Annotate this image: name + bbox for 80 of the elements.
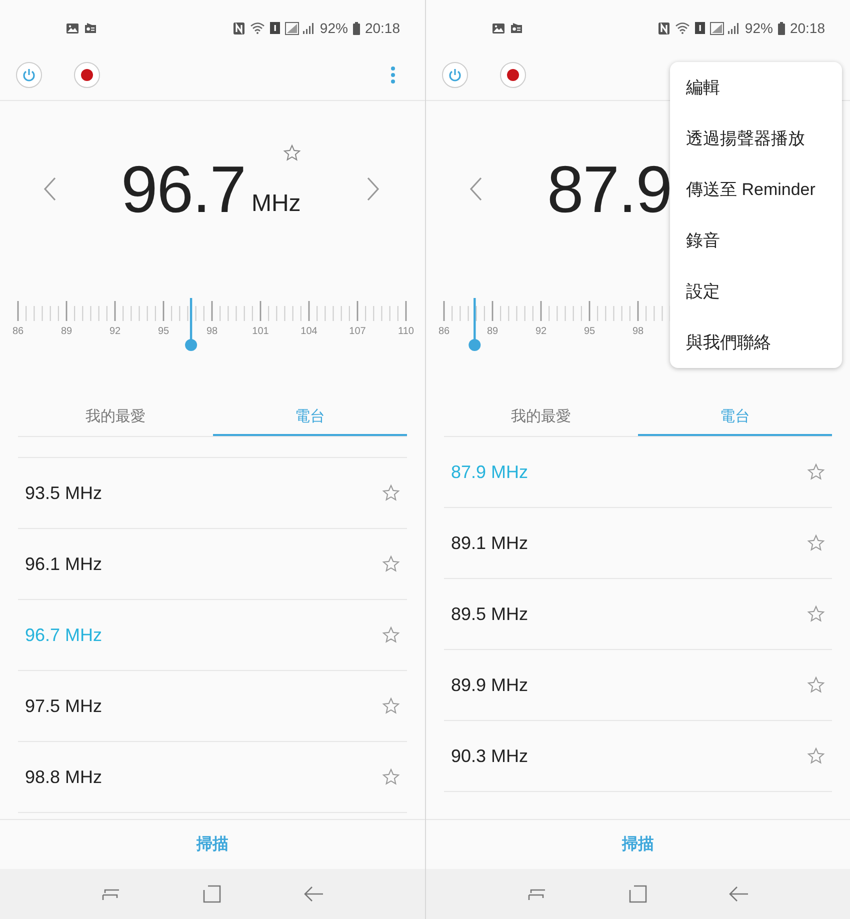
record-button[interactable]: [500, 62, 526, 88]
scale-label: 86: [438, 326, 450, 337]
scale-label: 98: [206, 326, 218, 337]
scale-label: 92: [109, 326, 121, 337]
scale-label: 89: [486, 326, 498, 337]
gallery-icon: [66, 22, 79, 34]
frequency-unit: MHz: [251, 190, 301, 218]
next-station-icon[interactable]: [366, 176, 380, 200]
station-row[interactable]: 98.8 MHz: [18, 742, 407, 813]
scale-label: 110: [398, 326, 414, 337]
sim-icon: [270, 22, 280, 34]
nfc-icon: [658, 22, 670, 34]
battery-icon: [352, 22, 360, 34]
scale-label: 101: [252, 326, 269, 337]
back-icon[interactable]: [304, 886, 324, 902]
power-icon: [22, 68, 36, 82]
menu-item[interactable]: 設定: [670, 266, 842, 317]
wifi-icon: [674, 22, 690, 34]
tab[interactable]: 我的最愛: [18, 399, 212, 436]
star-icon[interactable]: [807, 463, 825, 481]
signal-icon: [710, 22, 740, 34]
scale-label: 95: [584, 326, 596, 337]
star-icon[interactable]: [807, 605, 825, 623]
home-icon[interactable]: [203, 885, 222, 903]
power-button[interactable]: [16, 62, 42, 88]
star-icon[interactable]: [382, 697, 400, 715]
nfc-icon: [232, 22, 245, 34]
scale-label: 95: [158, 326, 170, 337]
scale-label: 104: [300, 326, 318, 337]
home-icon[interactable]: [629, 885, 647, 903]
previous-station-icon[interactable]: [43, 176, 57, 200]
record-icon: [507, 69, 519, 81]
scale-label: 98: [632, 326, 644, 337]
star-icon[interactable]: [807, 747, 825, 765]
battery-percent: 92%: [744, 20, 773, 36]
star-icon[interactable]: [282, 144, 301, 162]
previous-station-icon[interactable]: [469, 176, 483, 200]
radio-icon: [510, 22, 523, 34]
scale-label: 86: [12, 326, 24, 337]
scale-label: 89: [60, 326, 72, 337]
tuning-needle[interactable]: [185, 298, 198, 351]
radio-icon: [84, 22, 97, 34]
star-icon[interactable]: [382, 626, 400, 644]
power-icon: [448, 68, 462, 82]
clock-time: 20:18: [790, 20, 825, 36]
scale-label: 107: [349, 326, 366, 337]
star-icon[interactable]: [807, 676, 825, 694]
record-button[interactable]: [74, 62, 100, 88]
station-row[interactable]: 89.5 MHz: [444, 579, 832, 650]
station-row[interactable]: 97.5 MHz: [18, 671, 407, 742]
station-row[interactable]: 90.3 MHz: [444, 721, 832, 792]
battery-icon: [778, 22, 785, 34]
signal-icon: [284, 22, 315, 34]
more-options-icon[interactable]: [390, 66, 396, 84]
record-icon: [81, 69, 93, 81]
menu-item[interactable]: 傳送至 Reminder: [670, 164, 842, 215]
station-row[interactable]: 96.1 MHz: [18, 529, 407, 600]
scale-label: 92: [535, 326, 547, 337]
clock-time: 20:18: [364, 20, 400, 36]
star-icon[interactable]: [382, 555, 400, 573]
tuning-needle[interactable]: [468, 298, 481, 351]
gallery-icon: [492, 22, 505, 34]
frequency-readout: 96.7: [121, 156, 246, 222]
star-icon[interactable]: [807, 534, 825, 552]
wifi-icon: [250, 22, 265, 34]
station-row[interactable]: 89.9 MHz: [444, 650, 832, 721]
back-icon[interactable]: [729, 886, 749, 902]
star-icon[interactable]: [382, 768, 400, 786]
menu-item[interactable]: 錄音: [670, 215, 842, 266]
tab[interactable]: 我的最愛: [444, 399, 638, 436]
station-row[interactable]: 89.1 MHz: [444, 508, 832, 579]
sim-icon: [694, 22, 705, 34]
power-button[interactable]: [442, 62, 468, 88]
frequency-readout: 87.9: [547, 156, 672, 222]
menu-item[interactable]: 編輯: [670, 62, 842, 113]
menu-item[interactable]: 與我們聯絡: [670, 317, 842, 368]
battery-percent: 92%: [320, 20, 348, 36]
station-row[interactable]: 93.5 MHz: [18, 457, 407, 529]
star-icon[interactable]: [382, 484, 400, 502]
menu-item[interactable]: 透過揚聲器播放: [670, 113, 842, 164]
